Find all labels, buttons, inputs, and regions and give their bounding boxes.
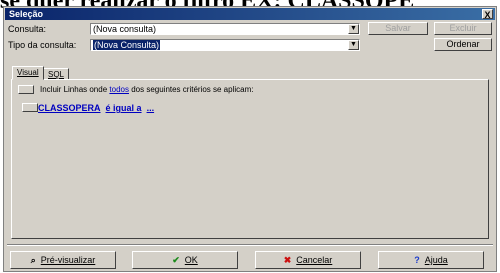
close-button[interactable]: X	[482, 9, 493, 20]
checkmark-icon: ✔	[172, 255, 180, 265]
criteria-all-link[interactable]: todos	[109, 85, 129, 94]
ok-button[interactable]: ✔ OK	[132, 251, 238, 269]
criteria-row-button[interactable]	[22, 103, 38, 112]
criteria-field[interactable]: CLASSOPERA	[38, 103, 101, 113]
criteria-intro-prefix: Incluir Linhas onde	[40, 85, 110, 94]
criteria-value[interactable]: ...	[147, 103, 155, 113]
tab-visual-label: Visual	[17, 68, 39, 77]
chevron-down-icon[interactable]: ▼	[348, 24, 359, 34]
salvar-button[interactable]: Salvar	[368, 22, 428, 35]
window-title: Seleção	[9, 9, 44, 19]
ordenar-button[interactable]: Ordenar	[434, 38, 492, 51]
help-label: Ajuda	[424, 255, 448, 265]
consulta-value: (Nova consulta)	[93, 24, 157, 34]
tipo-value: (Nova Consulta)	[93, 40, 161, 50]
criteria-intro: Incluir Linhas onde todos dos seguintes …	[40, 84, 253, 95]
cancel-label: Cancelar	[296, 255, 333, 265]
criteria-operator[interactable]: é igual a	[106, 103, 142, 113]
footer-divider	[7, 244, 493, 246]
criteria-intro-suffix: dos seguintes critérios se aplicam:	[128, 85, 254, 94]
question-mark-icon: ?	[414, 255, 420, 265]
red-x-icon: ✖	[283, 255, 292, 265]
consulta-select[interactable]: (Nova consulta) ▼	[90, 23, 360, 35]
consulta-label: Consulta:	[8, 24, 47, 34]
title-bar: Seleção X	[5, 8, 495, 20]
preview-button[interactable]: ⌕ Pré-visualizar	[10, 251, 116, 269]
cancel-button[interactable]: ✖ Cancelar	[255, 251, 361, 269]
magnifier-icon: ⌕	[30, 255, 36, 265]
criteria-group-button[interactable]	[18, 85, 34, 94]
tab-sql-label: SQL	[48, 70, 65, 79]
preview-label: Pré-visualizar	[40, 255, 96, 265]
tab-visual[interactable]: Visual	[12, 66, 44, 80]
tipo-label: Tipo da consulta:	[8, 40, 77, 50]
help-button[interactable]: ? Ajuda	[378, 251, 484, 269]
excluir-button[interactable]: Excluir	[434, 22, 492, 35]
criteria-condition: CLASSOPERA é igual a ...	[38, 103, 154, 114]
selection-dialog: Seleção X Consulta: (Nova consulta) ▼ Sa…	[3, 6, 497, 272]
ok-label: OK	[184, 255, 198, 265]
chevron-down-icon[interactable]: ▼	[348, 40, 359, 50]
tipo-select[interactable]: (Nova Consulta) ▼	[90, 39, 360, 51]
